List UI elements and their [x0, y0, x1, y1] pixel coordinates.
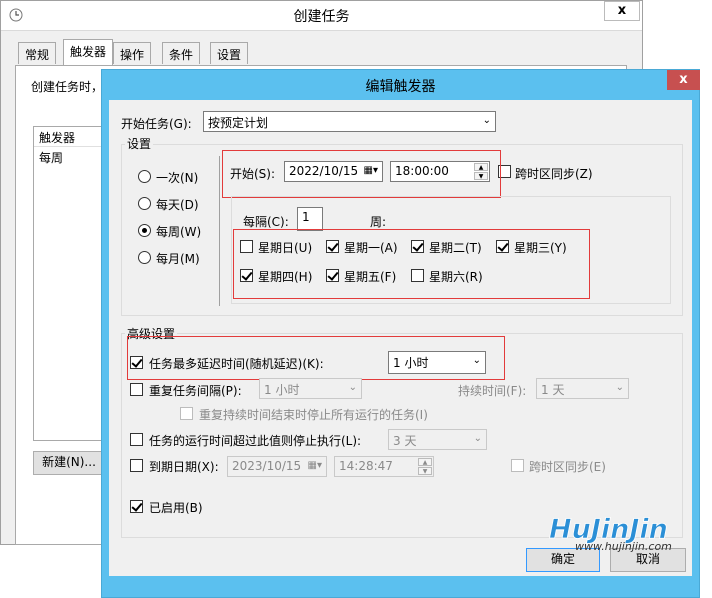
stop-all-label[interactable]: 重复持续时间结束时停止所有运行的任务(I): [199, 406, 428, 423]
start-sync-timezone-checkbox[interactable]: [498, 165, 511, 178]
edit-trigger-title: 编辑触发器: [365, 79, 436, 95]
repeat-checkbox[interactable]: [130, 383, 143, 396]
expire-time-input[interactable]: 14:28:47 ▲ ▼: [334, 456, 434, 477]
calendar-dropdown-icon: ▦▾: [307, 460, 322, 471]
tuesday-checkbox[interactable]: [411, 240, 424, 253]
duration-select[interactable]: 1 天 ⌄: [536, 378, 629, 399]
settings-group-label: 设置: [125, 135, 154, 152]
radio-once-label[interactable]: 一次(N): [156, 169, 198, 186]
begin-task-label: 开始任务(G):: [121, 117, 192, 131]
recur-every-value: 1: [302, 210, 310, 224]
spin-up-icon[interactable]: ▲: [418, 458, 432, 466]
trigger-list-header[interactable]: 触发器: [34, 127, 110, 147]
trigger-list[interactable]: 触发器 每周: [33, 126, 111, 441]
edit-trigger-close-button[interactable]: x: [667, 70, 700, 90]
duration-label: 持续时间(F):: [458, 384, 527, 398]
thursday-checkbox[interactable]: [240, 269, 253, 282]
delay-label[interactable]: 任务最多延迟时间(随机延迟)(K):: [149, 355, 324, 372]
monday-label[interactable]: 星期一(A): [344, 239, 398, 256]
advanced-group-label: 高级设置: [125, 325, 178, 342]
watermark-url: www.hujinjin.com: [575, 540, 672, 553]
delay-checkbox[interactable]: [130, 356, 143, 369]
start-label: 开始(S):: [230, 167, 276, 181]
recur-every-label: 每隔(C):: [243, 215, 289, 229]
wednesday-checkbox[interactable]: [496, 240, 509, 253]
chevron-down-icon: ⌄: [482, 115, 491, 126]
stop-longer-value: 3 天: [393, 434, 417, 448]
tuesday-label[interactable]: 星期二(T): [429, 239, 482, 256]
radio-daily-label[interactable]: 每天(D): [156, 196, 199, 213]
settings-divider: [219, 156, 220, 306]
triggers-description: 创建任务时，: [31, 80, 104, 94]
tab-triggers[interactable]: 触发器: [63, 39, 114, 66]
radio-weekly-label[interactable]: 每周(W): [156, 223, 201, 240]
radio-daily[interactable]: [138, 197, 151, 210]
begin-task-value: 按预定计划: [208, 116, 269, 130]
spin-down-icon[interactable]: ▼: [418, 467, 432, 475]
sunday-checkbox[interactable]: [240, 240, 253, 253]
friday-label[interactable]: 星期五(F): [344, 268, 396, 285]
saturday-checkbox[interactable]: [411, 269, 424, 282]
chevron-down-icon: ⌄: [615, 382, 624, 393]
begin-task-select[interactable]: 按预定计划 ⌄: [203, 111, 496, 132]
hujinjin-watermark-logo: HuJinJin www.hujinjin.com: [549, 514, 672, 553]
enabled-label[interactable]: 已启用(B): [149, 499, 203, 516]
expire-sync-label[interactable]: 跨时区同步(E): [529, 458, 606, 475]
wednesday-label[interactable]: 星期三(Y): [514, 239, 567, 256]
enabled-checkbox[interactable]: [130, 500, 143, 513]
create-task-close-button[interactable]: x: [604, 1, 640, 21]
chevron-down-icon: ⌄: [473, 433, 482, 444]
tab-conditions[interactable]: 条件: [162, 42, 201, 64]
radio-monthly[interactable]: [138, 251, 151, 264]
spin-up-icon[interactable]: ▲: [474, 163, 488, 171]
thursday-label[interactable]: 星期四(H): [258, 268, 312, 285]
tab-settings[interactable]: 设置: [210, 42, 249, 64]
delay-value: 1 小时: [393, 356, 429, 370]
expire-checkbox[interactable]: [130, 459, 143, 472]
chevron-down-icon: ⌄: [472, 355, 481, 366]
delay-select[interactable]: 1 小时 ⌄: [388, 351, 486, 374]
repeat-label[interactable]: 重复任务间隔(P):: [149, 382, 242, 399]
spin-down-icon[interactable]: ▼: [474, 172, 488, 180]
start-time-input[interactable]: 18:00:00 ▲ ▼: [390, 161, 490, 182]
calendar-dropdown-icon: ▦▾: [363, 165, 378, 176]
stop-longer-label[interactable]: 任务的运行时间超过此值则停止执行(L):: [149, 432, 361, 449]
expire-time-value: 14:28:47: [339, 459, 393, 473]
stop-longer-checkbox[interactable]: [130, 433, 143, 446]
repeat-value: 1 小时: [264, 383, 300, 397]
tab-actions[interactable]: 操作: [113, 42, 152, 64]
start-sync-timezone-label[interactable]: 跨时区同步(Z): [515, 165, 593, 182]
expire-date-value: 2023/10/15: [232, 459, 302, 473]
monday-checkbox[interactable]: [326, 240, 339, 253]
create-task-titlebar: 创建任务 x: [1, 1, 642, 31]
radio-weekly[interactable]: [138, 224, 151, 237]
friday-checkbox[interactable]: [326, 269, 339, 282]
expire-label[interactable]: 到期日期(X):: [149, 458, 219, 475]
stop-all-checkbox[interactable]: [180, 407, 193, 420]
start-date-picker[interactable]: 2022/10/15 ▦▾: [284, 161, 383, 182]
stop-longer-select[interactable]: 3 天 ⌄: [388, 429, 487, 450]
new-trigger-button[interactable]: 新建(N)...: [33, 451, 105, 475]
radio-monthly-label[interactable]: 每月(M): [156, 250, 200, 267]
start-time-value: 18:00:00: [395, 164, 449, 178]
tab-general[interactable]: 常规: [18, 42, 57, 64]
sunday-label[interactable]: 星期日(U): [258, 239, 312, 256]
start-date-value: 2022/10/15: [289, 164, 359, 178]
duration-value: 1 天: [541, 383, 565, 397]
expire-date-picker[interactable]: 2023/10/15 ▦▾: [227, 456, 327, 477]
chevron-down-icon: ⌄: [348, 382, 357, 393]
repeat-select[interactable]: 1 小时 ⌄: [259, 378, 362, 399]
saturday-label[interactable]: 星期六(R): [429, 268, 483, 285]
radio-once[interactable]: [138, 170, 151, 183]
recur-unit-label: 周:: [370, 215, 387, 229]
recur-every-input[interactable]: 1: [297, 207, 323, 231]
trigger-list-row[interactable]: 每周: [34, 147, 110, 168]
create-task-title: 创建任务: [293, 9, 350, 25]
expire-sync-checkbox[interactable]: [511, 459, 524, 472]
